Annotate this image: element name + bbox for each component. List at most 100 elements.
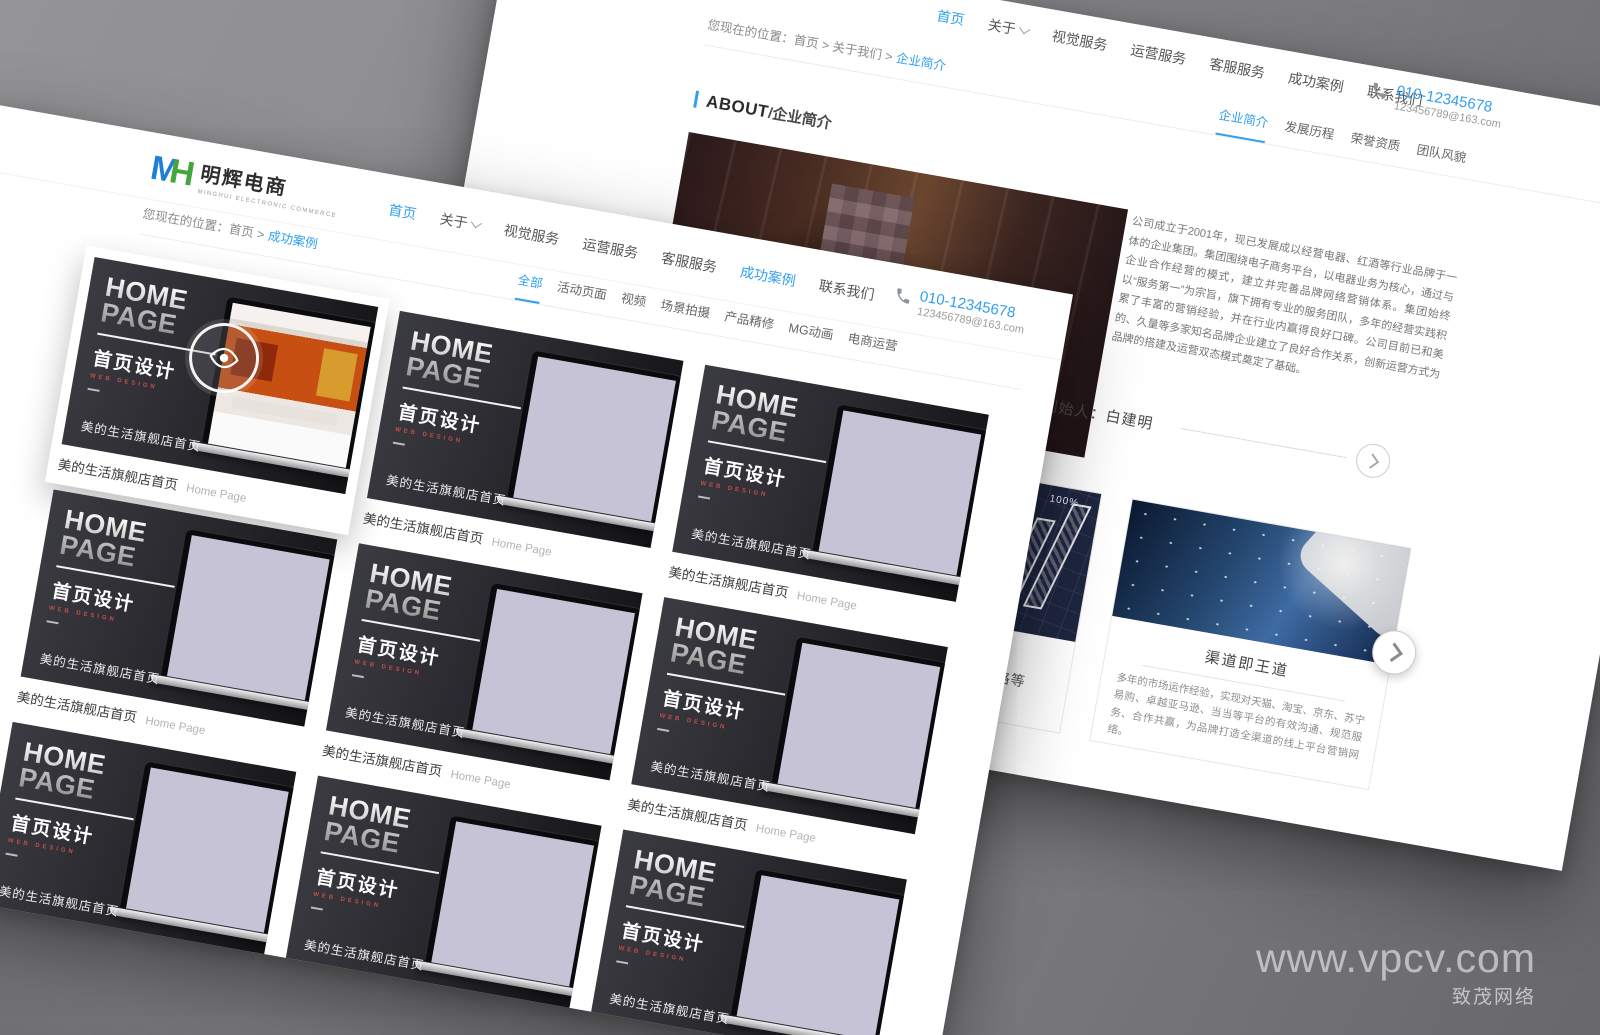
filter-tab[interactable]: 电商运营 — [845, 327, 900, 366]
case-title-en: HOME PAGE — [668, 614, 772, 683]
case-title-en: HOME PAGE — [58, 506, 162, 575]
presentation-stage: 首页 关于 视觉服务 运营服务 客服服务 成功案例 联系我们 010-12345… — [0, 0, 1600, 1035]
filter-tab[interactable]: 荣誉资质 — [1347, 127, 1402, 166]
contact-block: 010-12345678 123456789@163.com — [1367, 78, 1505, 131]
nav-item[interactable]: 成功案例 — [739, 262, 798, 291]
laptop-mockup — [455, 580, 643, 765]
case-card[interactable]: HOME PAGE 首页设计 WEB DESIGN 美的生活旗舰店首页 — [626, 597, 948, 864]
divider — [6, 853, 18, 857]
section-title: ABOUT /企业简介 — [693, 89, 834, 134]
case-panel-label: 美的生活旗舰店首页 — [690, 523, 813, 563]
laptop-mockup — [719, 867, 907, 1035]
phone-icon — [1369, 80, 1390, 101]
carousel-next-button[interactable] — [1353, 441, 1392, 480]
phone-icon — [892, 286, 913, 307]
breadcrumb: 您现在的位置：首页 > 关于我们 >企业简介 — [704, 14, 947, 86]
screenshot-block — [231, 396, 338, 427]
watermark-company: 致茂网络 — [1256, 982, 1536, 1009]
nav-item[interactable]: 成功案例 — [1287, 67, 1346, 96]
case-panel-label: 美的生活旗舰店首页 — [608, 988, 731, 1028]
laptop-mockup — [496, 348, 684, 533]
chevron-right-icon — [1364, 453, 1379, 468]
divider — [657, 728, 669, 732]
filter-tab[interactable]: 发展历程 — [1281, 116, 1336, 155]
laptop-mockup — [801, 402, 989, 587]
case-panel-label: 美的生活旗舰店首页 — [0, 880, 121, 920]
filter-tab[interactable]: 团队风貌 — [1413, 139, 1468, 178]
case-title-en: HOME PAGE — [99, 274, 203, 343]
case-thumbnail: HOME PAGE 首页设计 WEB DESIGN 美的生活旗舰店首页 — [367, 311, 684, 548]
chevron-right-icon — [1383, 642, 1402, 661]
case-card[interactable]: HOME PAGE 首页设计 WEB DESIGN 美的生活旗舰店首页 — [667, 365, 989, 632]
case-card[interactable]: HOME PAGE 首页设计 WEB DESIGN 美的生活旗舰店首页 — [45, 245, 390, 535]
case-grid: HOME PAGE 首页设计 WEB DESIGN 美的生活旗舰店首页 — [0, 257, 1020, 1035]
laptop-mockup — [150, 526, 338, 711]
case-panel-label: 美的生活旗舰店首页 — [39, 648, 162, 688]
watermark-url: www.vpcv.com — [1256, 938, 1536, 979]
accent-bar — [693, 91, 699, 108]
logo-mark: MH — [148, 151, 195, 192]
divider — [1181, 428, 1347, 458]
nav-item[interactable]: 关于 — [986, 14, 1030, 41]
case-panel-label: 美的生活旗舰店首页 — [649, 755, 772, 795]
divider — [46, 620, 58, 624]
case-title-en: HOME PAGE — [709, 381, 813, 450]
filter-tab[interactable]: MG动画 — [785, 317, 835, 355]
nav-item[interactable]: 视觉服务 — [1050, 26, 1109, 55]
laptop-mockup — [109, 759, 297, 944]
divider — [87, 388, 99, 392]
case-title-en: HOME PAGE — [17, 738, 121, 807]
divider — [311, 906, 323, 910]
case-card[interactable]: HOME PAGE 首页设计 WEB DESIGN 美的生活旗舰店首页 — [0, 722, 296, 989]
case-panel-label: 美的生活旗舰店首页 — [344, 702, 467, 742]
case-card[interactable]: HOME PAGE 首页设计 WEB DESIGN 美的生活旗舰店首页 — [280, 776, 602, 1035]
nav-item[interactable]: 联系我们 — [817, 275, 876, 304]
chevron-down-icon — [1019, 23, 1030, 34]
eye-icon — [205, 344, 242, 372]
case-thumbnail: HOME PAGE 首页设计 WEB DESIGN 美的生活旗舰店首页 — [326, 543, 643, 780]
divider — [393, 442, 405, 446]
filter-tab[interactable]: 活动页面 — [554, 276, 609, 315]
watermark: www.vpcv.com 致茂网络 — [1256, 938, 1536, 1009]
divider — [616, 960, 628, 964]
laptop-mockup — [760, 634, 948, 819]
case-panel-label: 美的生活旗舰店首页 — [385, 469, 508, 509]
filter-tab[interactable]: 场景拍摄 — [657, 294, 712, 333]
case-card[interactable]: HOME PAGE 首页设计 WEB DESIGN 美的生活旗舰店首页 — [15, 489, 337, 756]
nav-item[interactable]: 视觉服务 — [502, 220, 561, 249]
company-intro-text: 公司成立于2001年，现已发展成以经营电器、红酒等行业品牌于一体的企业集团。集团… — [1110, 212, 1459, 404]
chevron-down-icon — [471, 217, 482, 228]
nav-item[interactable]: 客服服务 — [1208, 54, 1267, 83]
breadcrumb-current[interactable]: 成功案例 — [267, 229, 319, 251]
case-card[interactable]: HOME PAGE 首页设计 WEB DESIGN 美的生活旗舰店首页 — [585, 830, 907, 1035]
breadcrumb-current[interactable]: 企业简介 — [895, 51, 947, 73]
divider — [352, 674, 364, 678]
nav-item[interactable]: 首页 — [935, 5, 966, 30]
divider — [698, 495, 710, 499]
laptop-mockup — [414, 813, 602, 998]
feature-card-channel[interactable]: 渠道即王道 多年的市场运作经验，实现对天猫、淘宝、京东、苏宁易购、卓越亚马逊、当… — [1089, 499, 1411, 791]
case-title-en: HOME PAGE — [322, 792, 426, 861]
filter-tab[interactable]: 全部 — [514, 269, 544, 304]
case-title-en: HOME PAGE — [627, 846, 731, 915]
nav-item[interactable]: 关于 — [438, 209, 482, 236]
case-thumbnail: HOME PAGE 首页设计 WEB DESIGN 美的生活旗舰店首页 — [285, 776, 602, 1013]
case-thumbnail: HOME PAGE 首页设计 WEB DESIGN 美的生活旗舰店首页 — [631, 597, 948, 834]
nav-item[interactable]: 运营服务 — [581, 234, 640, 263]
case-card[interactable]: HOME PAGE 首页设计 WEB DESIGN 美的生活旗舰店首页 — [321, 543, 643, 810]
case-card[interactable]: HOME PAGE 首页设计 WEB DESIGN 美的生活旗舰店首页 — [362, 311, 684, 578]
nav-item[interactable]: 运营服务 — [1129, 40, 1188, 69]
case-title-en: HOME PAGE — [363, 560, 467, 629]
case-thumbnail: HOME PAGE 首页设计 WEB DESIGN 美的生活旗舰店首页 — [0, 722, 296, 959]
case-thumbnail: HOME PAGE 首页设计 WEB DESIGN 美的生活旗舰店首页 — [672, 365, 989, 602]
filter-tab[interactable]: 产品精修 — [721, 306, 776, 345]
case-title-en: HOME PAGE — [404, 327, 508, 396]
nav-item[interactable]: 首页 — [387, 200, 418, 225]
case-panel-label: 美的生活旗舰店首页 — [80, 415, 203, 455]
filter-tab[interactable]: 企业简介 — [1215, 104, 1270, 143]
filter-tab[interactable]: 视频 — [618, 287, 648, 322]
contact-block: 010-12345678 123456789@163.com — [891, 284, 1034, 338]
nav-item[interactable]: 客服服务 — [660, 248, 719, 277]
case-panel-label: 美的生活旗舰店首页 — [303, 934, 426, 974]
case-thumbnail: HOME PAGE 首页设计 WEB DESIGN 美的生活旗舰店首页 — [590, 830, 907, 1035]
